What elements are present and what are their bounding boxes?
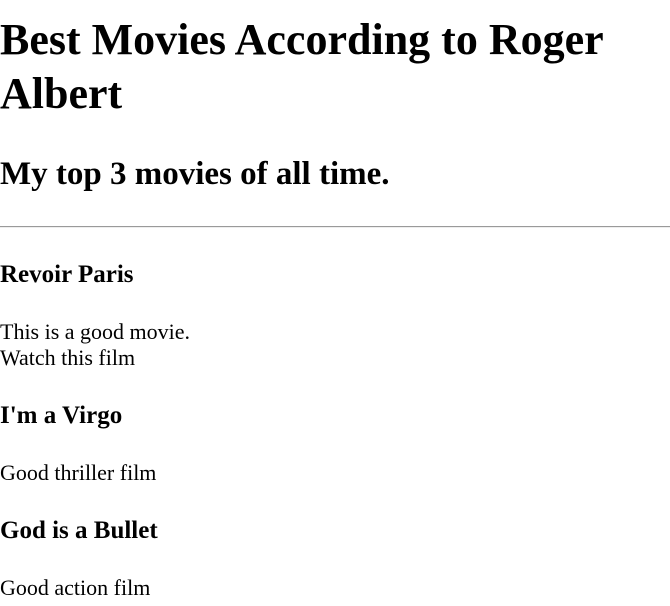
movie-item: I'm a Virgo Good thriller film [0, 401, 670, 486]
movie-title: Revoir Paris [0, 261, 134, 288]
page-title: Best Movies According to Roger Albert [0, 15, 603, 118]
movie-list: Revoir Paris This is a good movie. Watch… [0, 260, 670, 601]
movie-title: God is a Bullet [0, 517, 158, 544]
movie-item: Revoir Paris This is a good movie. Watch… [0, 260, 670, 371]
movie-description-line: Good action film [0, 575, 151, 600]
movie-description: Good action film [0, 575, 670, 601]
movie-description: This is a good movie. Watch this film [0, 319, 670, 371]
divider [0, 226, 670, 228]
movie-item: God is a Bullet Good action film [0, 516, 670, 601]
movie-description-line: This is a good movie. [0, 319, 191, 344]
movie-description-line: Good thriller film [0, 460, 157, 485]
page-subtitle: My top 3 movies of all time. [0, 156, 390, 192]
movie-description: Good thriller film [0, 460, 670, 486]
movie-title: I'm a Virgo [0, 402, 123, 429]
page: Best Movies According to Roger Albert My… [0, 0, 670, 606]
movie-description-line: Watch this film [0, 345, 136, 370]
